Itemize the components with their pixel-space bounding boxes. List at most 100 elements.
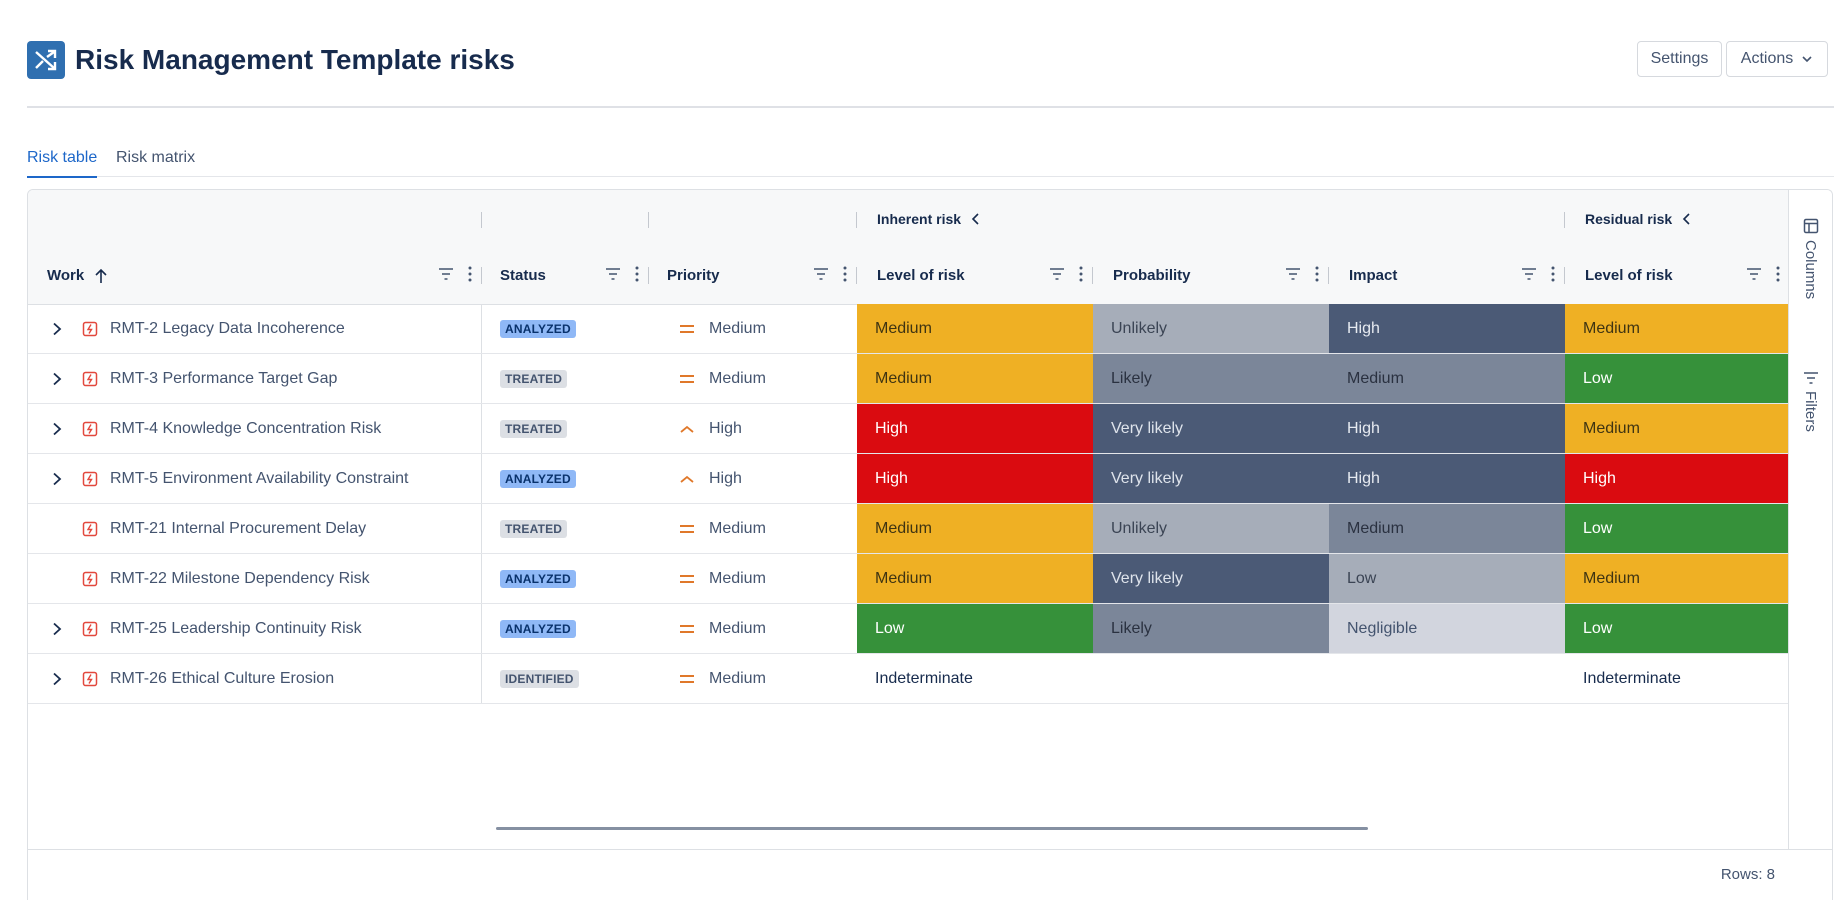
impact-cell[interactable]: High: [1329, 404, 1565, 453]
expand-row-button[interactable]: [46, 672, 68, 686]
column-header-priority[interactable]: Priority: [649, 247, 857, 304]
column-header-probability[interactable]: Probability: [1093, 247, 1329, 304]
filter-icon[interactable]: [1285, 267, 1301, 281]
more-options-icon[interactable]: [635, 266, 639, 282]
expand-row-button[interactable]: [46, 622, 68, 636]
priority-cell[interactable]: Medium: [649, 604, 857, 653]
settings-button[interactable]: Settings: [1637, 41, 1722, 77]
status-cell[interactable]: ANALYZED: [482, 554, 649, 603]
residual-level-cell[interactable]: Low: [1565, 504, 1790, 553]
horizontal-scrollbar[interactable]: [496, 827, 1368, 830]
status-cell[interactable]: ANALYZED: [482, 454, 649, 503]
probability-cell[interactable]: Very likely: [1093, 404, 1329, 453]
impact-cell[interactable]: Negligible: [1329, 604, 1565, 653]
probability-cell[interactable]: [1093, 654, 1329, 703]
residual-level-cell[interactable]: Indeterminate: [1565, 654, 1790, 703]
table-row[interactable]: RMT-25 Leadership Continuity Risk ANALYZE…: [28, 604, 1790, 654]
status-cell[interactable]: ANALYZED: [482, 304, 649, 353]
table-row[interactable]: RMT-5 Environment Availability Constrain…: [28, 454, 1790, 504]
priority-cell[interactable]: Medium: [649, 504, 857, 553]
probability-cell[interactable]: Very likely: [1093, 454, 1329, 503]
impact-cell[interactable]: Medium: [1329, 504, 1565, 553]
work-item-link[interactable]: RMT-25 Leadership Continuity Risk: [110, 620, 362, 638]
residual-level-cell[interactable]: High: [1565, 454, 1790, 503]
status-cell[interactable]: IDENTIFIED: [482, 654, 649, 703]
residual-risk-group[interactable]: Residual risk: [1585, 211, 1692, 227]
more-options-icon[interactable]: [843, 266, 847, 282]
inherent-level-cell[interactable]: Low: [857, 604, 1093, 653]
work-item-link[interactable]: RMT-4 Knowledge Concentration Risk: [110, 420, 381, 438]
probability-cell[interactable]: Very likely: [1093, 554, 1329, 603]
work-item-link[interactable]: RMT-21 Internal Procurement Delay: [110, 520, 366, 538]
inherent-level-cell[interactable]: High: [857, 454, 1093, 503]
work-item-link[interactable]: RMT-22 Milestone Dependency Risk: [110, 570, 370, 588]
probability-cell[interactable]: Unlikely: [1093, 304, 1329, 353]
residual-level-cell[interactable]: Medium: [1565, 554, 1790, 603]
columns-panel-toggle[interactable]: Columns: [1789, 218, 1832, 299]
filter-icon[interactable]: [605, 267, 621, 281]
more-options-icon[interactable]: [1315, 266, 1319, 282]
probability-cell[interactable]: Unlikely: [1093, 504, 1329, 553]
filter-icon[interactable]: [1049, 267, 1065, 281]
impact-cell[interactable]: Low: [1329, 554, 1565, 603]
expand-row-button[interactable]: [46, 472, 68, 486]
table-row[interactable]: RMT-22 Milestone Dependency Risk ANALYZED…: [28, 554, 1790, 604]
expand-row-button[interactable]: [46, 372, 68, 386]
inherent-level-cell[interactable]: Indeterminate: [857, 654, 1093, 703]
priority-cell[interactable]: Medium: [649, 304, 857, 353]
filter-icon[interactable]: [813, 267, 829, 281]
impact-cell[interactable]: High: [1329, 454, 1565, 503]
status-cell[interactable]: TREATED: [482, 354, 649, 403]
work-item-link[interactable]: RMT-5 Environment Availability Constrain…: [110, 470, 409, 488]
more-options-icon[interactable]: [1079, 266, 1083, 282]
column-header-impact[interactable]: Impact: [1329, 247, 1565, 304]
status-cell[interactable]: TREATED: [482, 404, 649, 453]
filter-icon[interactable]: [1746, 267, 1762, 281]
column-header-work[interactable]: Work: [28, 247, 482, 304]
residual-level-cell[interactable]: Medium: [1565, 404, 1790, 453]
work-item-link[interactable]: RMT-2 Legacy Data Incoherence: [110, 320, 345, 338]
table-row[interactable]: RMT-3 Performance Target Gap TREATED Mediu…: [28, 354, 1790, 404]
inherent-level-cell[interactable]: Medium: [857, 304, 1093, 353]
inherent-level-cell[interactable]: Medium: [857, 554, 1093, 603]
column-header-status[interactable]: Status: [482, 247, 649, 304]
more-options-icon[interactable]: [468, 266, 472, 282]
expand-row-button[interactable]: [46, 322, 68, 336]
impact-cell[interactable]: [1329, 654, 1565, 703]
status-cell[interactable]: TREATED: [482, 504, 649, 553]
inherent-level-cell[interactable]: High: [857, 404, 1093, 453]
table-row[interactable]: RMT-21 Internal Procurement Delay TREATED…: [28, 504, 1790, 554]
priority-cell[interactable]: Medium: [649, 354, 857, 403]
inherent-level-cell[interactable]: Medium: [857, 504, 1093, 553]
probability-cell[interactable]: Likely: [1093, 604, 1329, 653]
impact-cell[interactable]: Medium: [1329, 354, 1565, 403]
filter-icon[interactable]: [1521, 267, 1537, 281]
column-header-residual-level[interactable]: Level of risk: [1565, 247, 1790, 304]
table-row[interactable]: RMT-4 Knowledge Concentration Risk TREATE…: [28, 404, 1790, 454]
column-header-inherent-level[interactable]: Level of risk: [857, 247, 1093, 304]
probability-cell[interactable]: Likely: [1093, 354, 1329, 403]
inherent-risk-group[interactable]: Inherent risk: [877, 211, 981, 227]
work-item-link[interactable]: RMT-3 Performance Target Gap: [110, 370, 337, 388]
actions-button[interactable]: Actions: [1726, 41, 1828, 77]
impact-cell[interactable]: High: [1329, 304, 1565, 353]
inherent-level-cell[interactable]: Medium: [857, 354, 1093, 403]
priority-cell[interactable]: High: [649, 454, 857, 503]
residual-level-cell[interactable]: Medium: [1565, 304, 1790, 353]
table-row[interactable]: RMT-2 Legacy Data Incoherence ANALYZED Med…: [28, 304, 1790, 354]
work-item-link[interactable]: RMT-26 Ethical Culture Erosion: [110, 670, 334, 688]
priority-cell[interactable]: High: [649, 404, 857, 453]
expand-row-button[interactable]: [46, 422, 68, 436]
table-row[interactable]: RMT-26 Ethical Culture Erosion IDENTIFIED…: [28, 654, 1790, 704]
sort-ascending-icon[interactable]: [94, 268, 108, 284]
residual-level-cell[interactable]: Low: [1565, 354, 1790, 403]
filter-icon[interactable]: [438, 267, 454, 281]
priority-cell[interactable]: Medium: [649, 654, 857, 703]
tab-risk-table[interactable]: Risk table: [27, 148, 98, 178]
more-options-icon[interactable]: [1776, 266, 1780, 282]
residual-level-cell[interactable]: Low: [1565, 604, 1790, 653]
status-cell[interactable]: ANALYZED: [482, 604, 649, 653]
priority-cell[interactable]: Medium: [649, 554, 857, 603]
filters-panel-toggle[interactable]: Filters: [1789, 371, 1832, 432]
tab-risk-matrix[interactable]: Risk matrix: [116, 148, 195, 174]
